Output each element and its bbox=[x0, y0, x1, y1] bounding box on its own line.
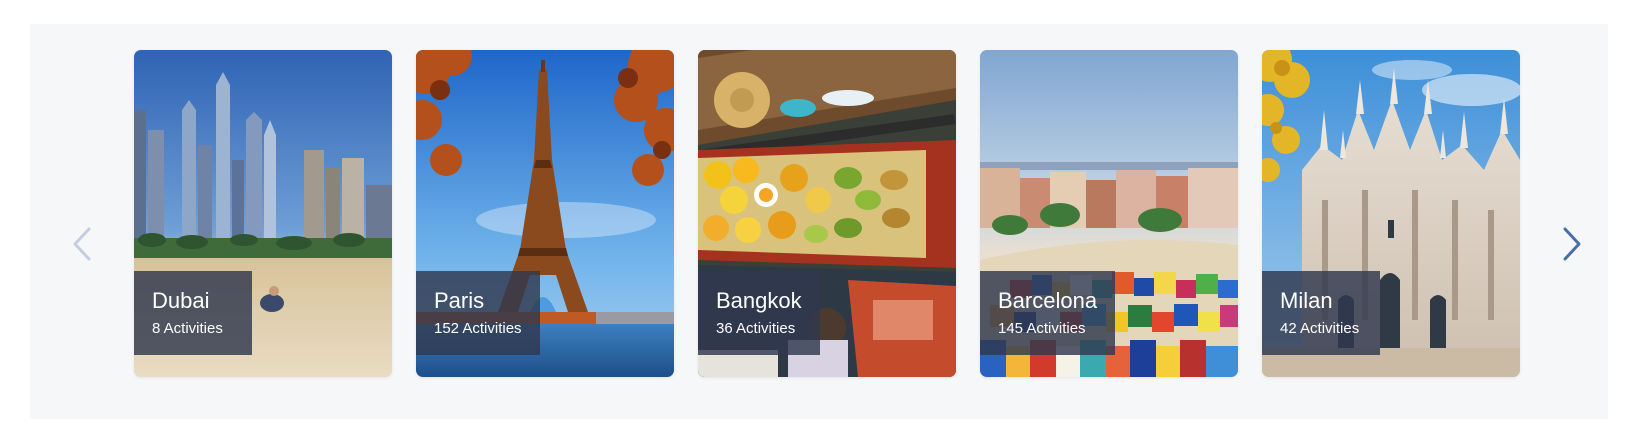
card-activity-count: 36 Activities bbox=[716, 320, 796, 337]
card-activity-count: 42 Activities bbox=[1280, 320, 1360, 337]
card-label: Milan 42 Activities bbox=[1262, 271, 1380, 355]
card-city-name: Milan bbox=[1280, 288, 1333, 313]
carousel-prev-button[interactable] bbox=[62, 214, 102, 274]
destination-card-milan[interactable]: Milan 42 Activities bbox=[1262, 50, 1520, 377]
carousel-next-button[interactable] bbox=[1552, 214, 1592, 274]
card-activity-count: 152 Activities bbox=[434, 320, 522, 337]
destination-card-dubai[interactable]: Dubai 8 Activities bbox=[134, 50, 392, 377]
card-city-name: Bangkok bbox=[716, 288, 802, 313]
card-label: Dubai 8 Activities bbox=[134, 271, 252, 355]
card-activity-count: 8 Activities bbox=[152, 320, 223, 337]
card-city-name: Dubai bbox=[152, 288, 210, 313]
chevron-right-icon bbox=[1563, 227, 1581, 261]
destination-card-paris[interactable]: Paris 152 Activities bbox=[416, 50, 674, 377]
card-city-name: Paris bbox=[434, 288, 485, 313]
card-label: Paris 152 Activities bbox=[416, 271, 540, 355]
chevron-left-icon bbox=[73, 227, 91, 261]
destinations-carousel: Dubai 8 Activities Paris 152 Activities … bbox=[30, 24, 1608, 419]
destination-card-bangkok[interactable]: Bangkok 36 Activities bbox=[698, 50, 956, 377]
destination-card-barcelona[interactable]: Barcelona 145 Activities bbox=[980, 50, 1238, 377]
card-activity-count: 145 Activities bbox=[998, 320, 1086, 337]
card-city-name: Barcelona bbox=[998, 288, 1098, 313]
card-label: Bangkok 36 Activities bbox=[698, 271, 820, 355]
card-label: Barcelona 145 Activities bbox=[980, 271, 1116, 355]
